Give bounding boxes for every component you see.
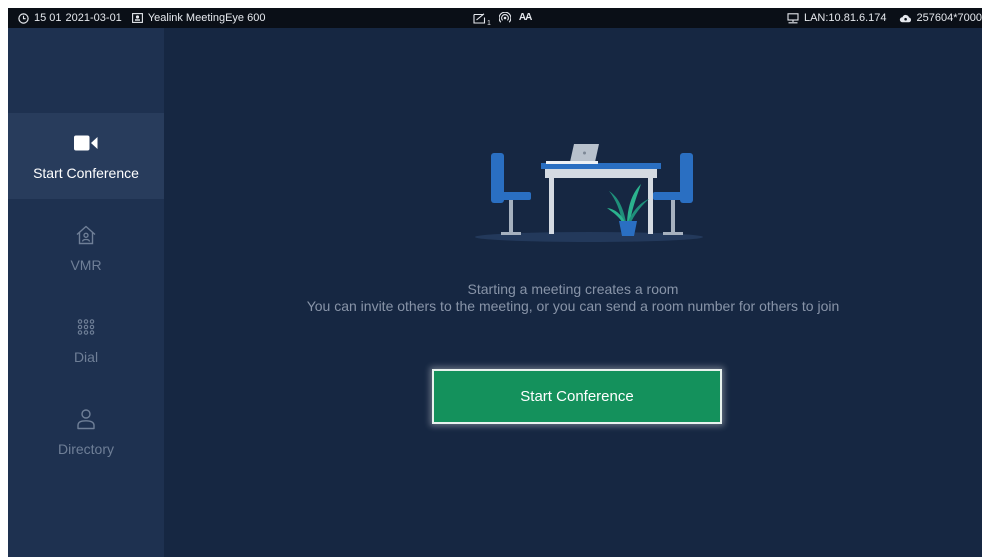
lan-icon: [787, 12, 799, 24]
status-time: 15 01: [34, 12, 62, 24]
status-date: 2021-03-01: [65, 12, 122, 24]
sidebar-item-label: Directory: [57, 441, 114, 457]
sidebar-item-start-conference[interactable]: Start Conference: [8, 113, 164, 199]
video-camera-icon: [8, 131, 164, 155]
start-conference-button[interactable]: Start Conference: [432, 369, 722, 424]
person-icon: [8, 407, 164, 431]
message-line-2: You can invite others to the meeting, or…: [306, 298, 840, 314]
app-screen: 15 01 2021-03-01 Yealink MeetingEye 600: [8, 8, 982, 557]
clock-icon: [18, 12, 29, 24]
sidebar-item-dial[interactable]: Dial: [8, 297, 164, 383]
wireless-icon: [498, 12, 511, 24]
sidebar-item-label: VMR: [70, 257, 102, 273]
sidebar-item-label: Dial: [73, 349, 99, 365]
message-badge: 1: [487, 20, 491, 27]
sidebar-item-vmr[interactable]: VMR: [8, 205, 164, 291]
status-device-name: Yealink MeetingEye 600: [147, 12, 266, 24]
message-icon: [473, 12, 486, 24]
cloud-icon: [899, 14, 912, 23]
home-user-icon: [8, 223, 164, 247]
lan-address: LAN:10.81.6.174: [803, 12, 887, 24]
account-number: 257604*7000: [916, 12, 982, 24]
message-line-1: Starting a meeting creates a room: [467, 281, 679, 297]
font-size-icon: AA: [518, 12, 532, 23]
sidebar-item-label: Start Conference: [33, 165, 139, 181]
sidebar: Start Conference VMR Dial Directory: [8, 28, 164, 557]
device-icon: [131, 13, 143, 23]
status-bar: 15 01 2021-03-01 Yealink MeetingEye 600: [8, 8, 982, 28]
sidebar-item-directory[interactable]: Directory: [8, 389, 164, 475]
meeting-room-illustration: [471, 136, 707, 251]
dialpad-icon: [8, 315, 164, 339]
